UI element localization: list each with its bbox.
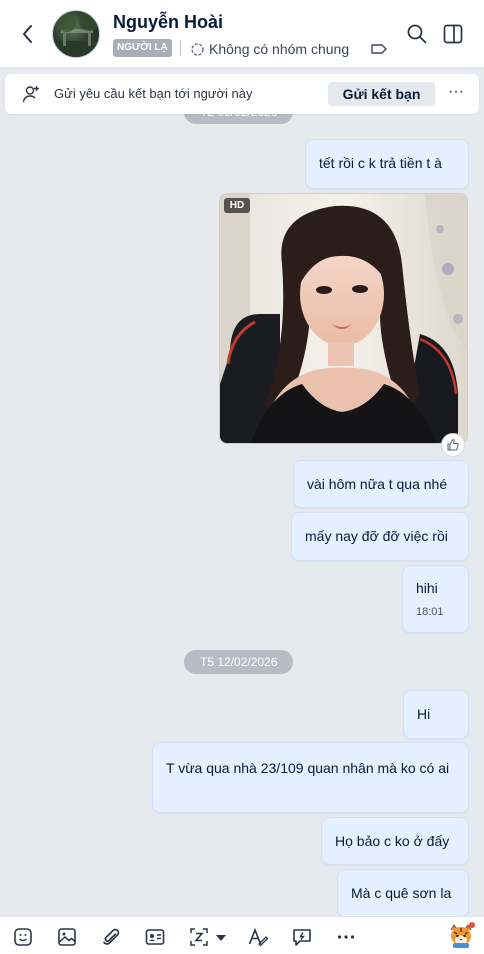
date-separator: T5 12/02/2026: [184, 650, 294, 674]
sticker-button[interactable]: [448, 922, 475, 948]
more-options-button[interactable]: ···: [446, 82, 466, 106]
attachment-icon[interactable]: [100, 926, 122, 948]
text-format-icon[interactable]: [247, 926, 269, 948]
divider: [180, 40, 181, 56]
message-bubble[interactable]: Họ bảo c ko ở đấy: [321, 817, 469, 865]
message-text: Họ bảo c ko ở đấy: [335, 833, 450, 849]
back-button[interactable]: [14, 20, 42, 48]
quick-message-icon[interactable]: [291, 926, 313, 948]
message-image[interactable]: HD: [219, 193, 468, 444]
message-time: 18:01: [416, 606, 444, 618]
message-bubble[interactable]: T vừa qua nhà 23/109 quan nhân mà ko có …: [152, 742, 469, 813]
sidebar-toggle-icon[interactable]: [441, 22, 465, 46]
message-text: T vừa qua nhà 23/109 quan nhân mà ko có …: [166, 760, 450, 776]
emoji-icon[interactable]: [12, 926, 34, 948]
caret-down-icon[interactable]: [214, 926, 228, 948]
avatar[interactable]: [52, 10, 100, 58]
contact-card-icon[interactable]: [144, 926, 166, 948]
message-text: Mà c quê sơn la: [351, 885, 452, 901]
message-bubble[interactable]: hihi 18:01: [402, 565, 469, 633]
photo-content: [220, 194, 467, 443]
message-bubble[interactable]: Mà c quê sơn la: [337, 869, 469, 917]
hd-badge: HD: [224, 198, 250, 213]
message-text: hihi: [416, 580, 438, 596]
common-groups-label: Không có nhóm chung: [209, 41, 350, 57]
chevron-left-icon: [23, 25, 32, 43]
search-icon[interactable]: [405, 22, 429, 46]
tag-icon[interactable]: [370, 40, 388, 58]
message-bubble[interactable]: Hi: [403, 690, 469, 739]
chat-header: Nguyễn Hoài NGƯỜI LẠ Không có nhóm chung: [0, 0, 484, 68]
notification-dot: [469, 922, 475, 928]
image-icon[interactable]: [56, 926, 78, 948]
friend-request-bar: Gửi yêu cầu kết bạn tới người này Gửi kế…: [5, 74, 479, 114]
message-bubble[interactable]: mấy nay đỡ đỡ việc rồi: [291, 512, 469, 561]
message-text: vài hôm nữa t qua nhé: [307, 476, 448, 492]
group-icon: [191, 42, 204, 56]
message-bubble[interactable]: vài hôm nữa t qua nhé: [293, 460, 469, 508]
contact-name[interactable]: Nguyễn Hoài: [113, 12, 223, 33]
friend-request-text: Gửi yêu cầu kết bạn tới người này: [54, 86, 253, 101]
message-bubble[interactable]: tết rồi c k trả tiền t à: [305, 139, 469, 189]
more-icon[interactable]: [335, 926, 357, 948]
common-groups[interactable]: Không có nhóm chung: [190, 40, 349, 58]
screenshot-icon[interactable]: [188, 926, 210, 948]
message-text: tết rồi c k trả tiền t à: [319, 155, 442, 171]
react-button[interactable]: [441, 433, 465, 457]
send-friend-request-button[interactable]: Gửi kết bạn: [328, 82, 435, 106]
user-plus-icon: [22, 86, 39, 103]
message-text: mấy nay đỡ đỡ việc rồi: [305, 528, 448, 544]
stranger-badge: NGƯỜI LẠ: [113, 39, 172, 57]
thumbs-up-icon: [447, 438, 459, 451]
composer-toolbar: [0, 916, 484, 954]
message-text: Hi: [417, 706, 431, 722]
